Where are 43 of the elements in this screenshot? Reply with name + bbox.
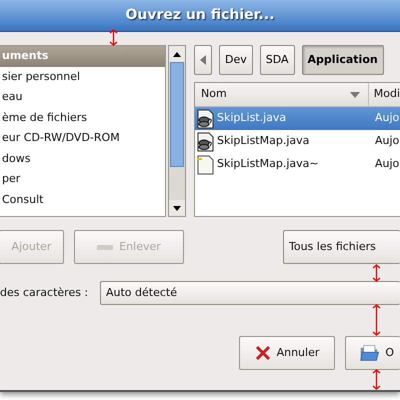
file-row[interactable]: SkipListMap.java~ Aujo	[195, 153, 400, 176]
file-row[interactable]: SkipList.java Aujo	[195, 107, 400, 130]
path-button[interactable]: Application	[302, 45, 384, 75]
text-file-icon	[197, 154, 214, 174]
modified-cell-text: Aujo	[374, 133, 400, 150]
encoding-label: des caractères :	[0, 284, 90, 301]
up-arrow-icon[interactable]	[173, 52, 181, 56]
file-row[interactable]: SkipListMap.java Aujo	[195, 130, 400, 153]
place-item[interactable]: sier personnel	[0, 66, 165, 87]
scrollbar[interactable]	[168, 45, 186, 217]
sort-arrow-icon	[350, 92, 360, 98]
down-arrow-icon[interactable]	[173, 206, 181, 210]
minus-icon	[97, 244, 114, 250]
filter-dropdown[interactable]: Tous les fichiers	[283, 230, 400, 264]
left-arrow-icon	[200, 55, 206, 65]
file-name: SkipListMap.java~	[217, 156, 319, 172]
spacing-arrow	[372, 304, 381, 336]
close-icon	[254, 345, 271, 361]
back-button[interactable]	[194, 45, 212, 75]
modified-cell-text: Aujo	[374, 110, 400, 126]
spacing-arrow	[372, 264, 381, 282]
place-item[interactable]: per	[0, 169, 165, 190]
place-item[interactable]: eau	[0, 87, 165, 108]
path-button[interactable]: Dev	[219, 45, 253, 75]
spacing-arrow	[109, 29, 118, 46]
modified-cell-text: Aujo	[374, 156, 400, 172]
path-button[interactable]: SDA	[260, 45, 295, 75]
place-item[interactable]: dows	[0, 148, 165, 169]
file-name: SkipListMap.java	[217, 133, 310, 150]
file-name: SkipList.java	[217, 110, 286, 126]
spacing-arrow	[372, 369, 381, 390]
java-file-icon	[197, 132, 214, 152]
place-item[interactable]: eur CD-RW/DVD-ROM	[0, 128, 165, 148]
encoding-dropdown[interactable]: Auto détecté	[100, 281, 400, 305]
column-header[interactable]: Nom	[201, 86, 227, 103]
window-title: Ouvrez un fichier...	[0, 0, 400, 32]
java-file-icon	[197, 108, 214, 128]
place-item[interactable]: Consult	[0, 190, 165, 210]
folder-icon	[360, 342, 380, 364]
cancel-button[interactable]: Annuler	[239, 336, 335, 370]
open-button[interactable]: O	[345, 336, 400, 370]
column-header[interactable]: Modi	[374, 86, 400, 103]
place-item[interactable]: ème de fichiers	[0, 108, 165, 128]
